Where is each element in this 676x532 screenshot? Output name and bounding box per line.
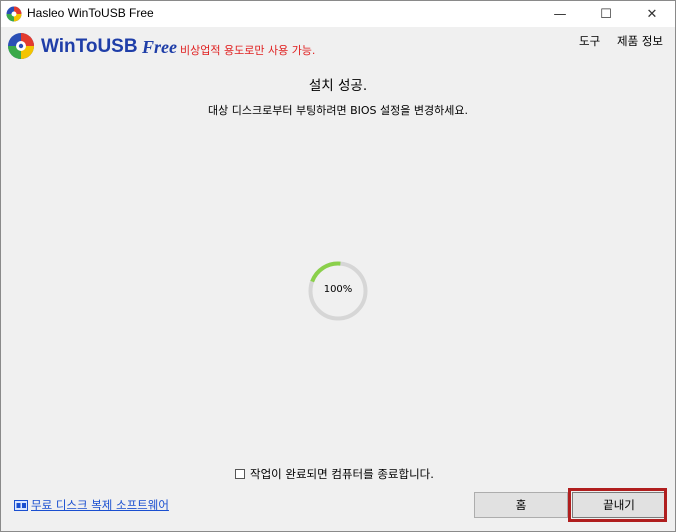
disk-icon	[14, 499, 28, 511]
title-bar[interactable]: Hasleo WinToUSB Free — ☐ ✕	[1, 1, 675, 27]
disk-clone-link-text[interactable]: 무료 디스크 복제 소프트웨어	[31, 497, 169, 513]
shutdown-label: 작업이 완료되면 컴퓨터를 종료합니다.	[250, 467, 434, 481]
brand-name: WinToUSB	[41, 36, 138, 57]
minimize-button[interactable]: —	[537, 1, 583, 27]
menu-tools[interactable]: 도구	[579, 33, 600, 49]
home-button[interactable]: 홈	[474, 492, 568, 518]
app-logo-icon	[6, 6, 22, 22]
window-title: Hasleo WinToUSB Free	[27, 6, 154, 20]
license-note: 비상업적 용도로만 사용 가능.	[180, 44, 316, 57]
shutdown-checkbox[interactable]	[235, 469, 245, 479]
maximize-button[interactable]: ☐	[583, 1, 629, 27]
progress-arc	[310, 261, 341, 283]
disk-clone-link[interactable]: 무료 디스크 복제 소프트웨어	[14, 497, 169, 513]
status-title: 설치 성공.	[308, 78, 368, 94]
brand-edition: Free	[142, 37, 177, 57]
status-message: 대상 디스크로부터 부팅하려면 BIOS 설정을 변경하세요.	[208, 104, 468, 117]
menu-about[interactable]: 제품 정보	[617, 33, 663, 49]
shutdown-option[interactable]: 작업이 완료되면 컴퓨터를 종료합니다.	[235, 466, 434, 482]
finish-button[interactable]: 끝내기	[572, 492, 666, 518]
app-window: Hasleo WinToUSB Free — ☐ ✕ WinToUSB Free…	[0, 0, 676, 532]
wintousb-logo-icon	[8, 33, 34, 59]
progress-label: 100%	[323, 284, 353, 295]
close-button[interactable]: ✕	[629, 1, 675, 27]
